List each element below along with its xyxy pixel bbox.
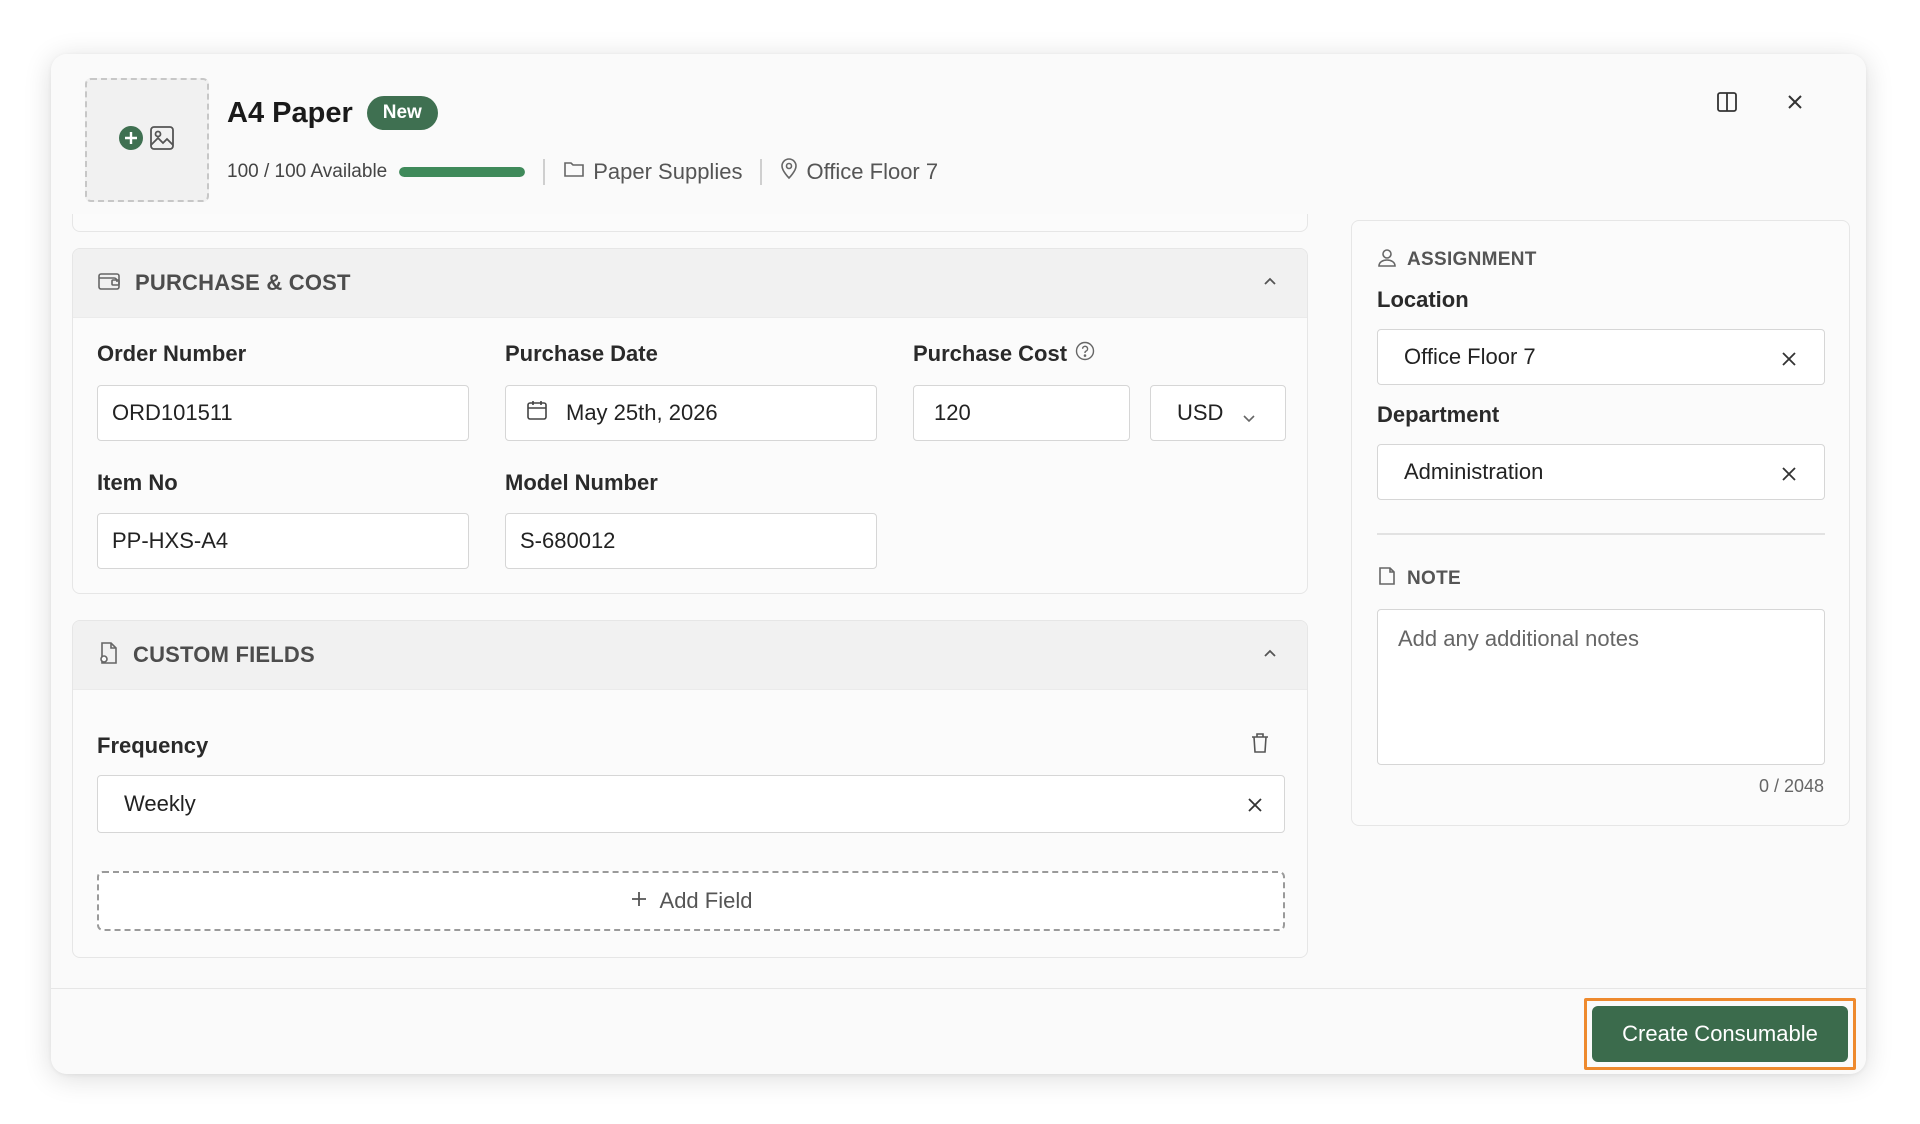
close-icon [1785, 92, 1805, 117]
image-upload[interactable] [85, 78, 209, 202]
create-consumable-button[interactable]: Create Consumable [1592, 1006, 1848, 1062]
calendar-icon [526, 399, 548, 427]
order-number-label: Order Number [97, 341, 247, 366]
custom-field-value: Weekly [124, 791, 196, 816]
department-value: Administration [1404, 459, 1544, 484]
image-icon [148, 124, 176, 157]
location-value: Office Floor 7 [1404, 344, 1536, 369]
note-title: NOTE [1407, 568, 1461, 589]
purchase-date-label: Purchase Date [505, 341, 658, 366]
note-icon [1377, 566, 1397, 592]
add-circle-icon [118, 125, 144, 156]
purchase-cost-section: PURCHASE & COST Order Number ORD101511 P… [72, 248, 1308, 594]
map-pin-icon [780, 158, 798, 186]
purchase-cost-label-row: Purchase Cost [913, 341, 1095, 367]
wallet-icon [97, 270, 121, 297]
file-settings-icon [97, 641, 119, 670]
availability-text: 100 / 100 Available [227, 161, 388, 182]
currency-select[interactable]: USD [1150, 385, 1286, 441]
department-label: Department [1377, 402, 1500, 427]
custom-field-label: Frequency [97, 733, 209, 758]
item-no-label: Item No [97, 470, 178, 495]
toggle-panel-button[interactable] [1707, 84, 1747, 124]
custom-field-input[interactable]: Weekly [97, 775, 1285, 833]
help-circle-icon[interactable] [1075, 341, 1095, 367]
note-header: NOTE [1377, 566, 1461, 592]
chevron-up-icon[interactable] [1261, 645, 1279, 668]
trash-icon[interactable] [1249, 731, 1271, 760]
section-title: PURCHASE & COST [135, 270, 351, 295]
add-field-label: Add Field [659, 888, 753, 913]
category-text: Paper Supplies [593, 159, 743, 184]
sidebar-panel-icon [1715, 90, 1739, 119]
item-no-input[interactable]: PP-HXS-A4 [97, 513, 469, 569]
section-divider [1377, 533, 1825, 535]
model-number-input[interactable]: S-680012 [505, 513, 877, 569]
purchase-cost-input[interactable]: 120 [913, 385, 1130, 441]
meta-divider [543, 159, 546, 185]
category-meta: Paper Supplies [563, 159, 742, 185]
custom-fields-section: CUSTOM FIELDS Frequency Weekly Add Field [72, 620, 1308, 958]
purchase-cost-value: 120 [934, 400, 971, 425]
assignment-header: ASSIGNMENT [1377, 247, 1537, 273]
location-label: Location [1377, 287, 1469, 312]
note-textarea[interactable]: Add any additional notes [1377, 609, 1825, 765]
note-placeholder: Add any additional notes [1398, 626, 1639, 651]
purchase-cost-header[interactable]: PURCHASE & COST [73, 249, 1307, 318]
folder-icon [563, 159, 585, 185]
character-counter: 0 / 2048 [1758, 776, 1824, 796]
purchase-date-value: May 25th, 2026 [566, 400, 718, 425]
assignment-panel: ASSIGNMENT Location Office Floor 7 Depar… [1351, 220, 1850, 826]
close-button[interactable] [1775, 84, 1815, 124]
department-select[interactable]: Administration [1377, 444, 1825, 500]
user-icon [1377, 247, 1397, 273]
clear-icon[interactable] [1780, 348, 1798, 374]
meta-divider [760, 159, 763, 185]
add-field-button[interactable]: Add Field [97, 871, 1285, 931]
previous-section-edge [72, 214, 1308, 232]
order-number-input[interactable]: ORD101511 [97, 385, 469, 441]
item-title: A4 Paper [227, 96, 353, 129]
modal-footer: Create Consumable [51, 988, 1866, 1074]
clear-icon[interactable] [1780, 463, 1798, 489]
location-meta: Office Floor 7 [780, 158, 938, 186]
consumable-modal: A4 Paper New 100 / 100 Available Paper S… [51, 54, 1866, 1074]
order-number-value: ORD101511 [112, 400, 233, 425]
purchase-date-picker[interactable]: May 25th, 2026 [505, 385, 877, 441]
assignment-title: ASSIGNMENT [1407, 249, 1537, 270]
availability-bar-fill [399, 167, 526, 177]
custom-fields-header[interactable]: CUSTOM FIELDS [73, 621, 1307, 690]
location-text: Office Floor 7 [806, 159, 939, 184]
create-consumable-label: Create Consumable [1622, 1021, 1818, 1046]
location-select[interactable]: Office Floor 7 [1377, 329, 1825, 385]
item-no-value: PP-HXS-A4 [112, 528, 229, 553]
chevron-down-icon [1241, 406, 1257, 432]
chevron-up-icon[interactable] [1261, 273, 1279, 296]
model-number-value: S-680012 [520, 528, 616, 553]
model-number-label: Model Number [505, 470, 658, 495]
purchase-cost-label: Purchase Cost [913, 341, 1068, 366]
section-title: CUSTOM FIELDS [133, 642, 315, 667]
modal-header: A4 Paper New 100 / 100 Available Paper S… [51, 54, 1866, 224]
currency-value: USD [1177, 400, 1224, 425]
availability-bar [399, 167, 526, 177]
clear-icon[interactable] [1246, 794, 1264, 820]
plus-icon [630, 888, 648, 914]
status-badge: New [366, 96, 438, 130]
